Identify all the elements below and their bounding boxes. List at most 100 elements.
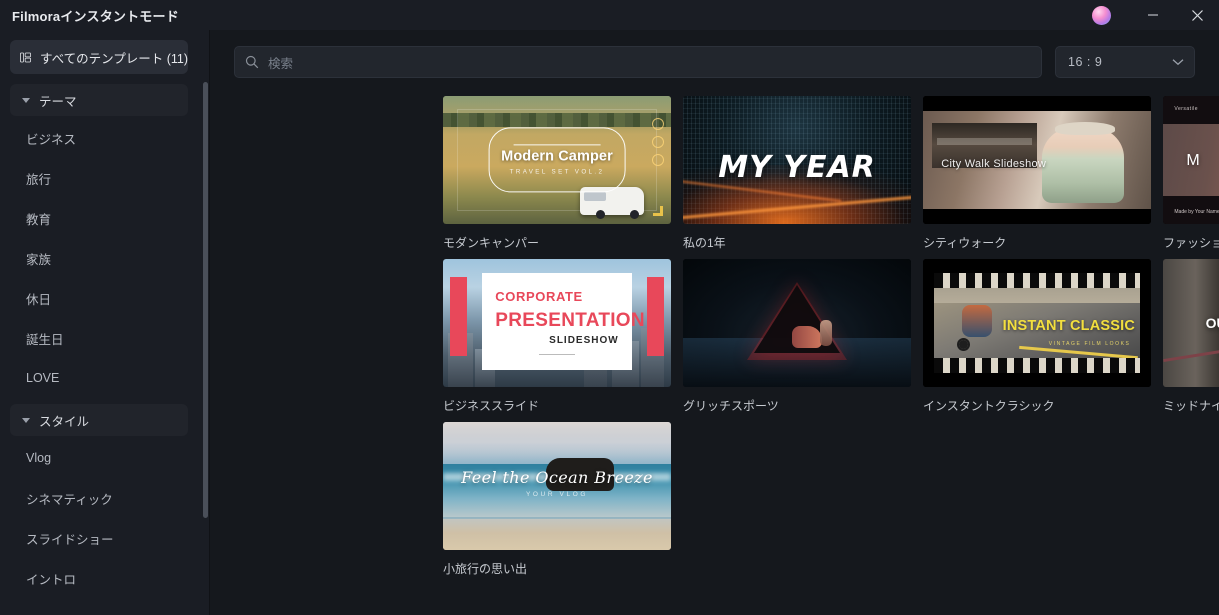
template-grid: Modern Camper TRAVEL SET VOL.2 モダンキャンパー xyxy=(210,78,1219,577)
sidebar-item-family[interactable]: 家族 xyxy=(0,238,198,278)
thumbnail-art-my-year: MY YEAR xyxy=(683,96,911,224)
art-headline: MY YEAR xyxy=(718,149,876,185)
thumbnail-art-modern-camper: Modern Camper TRAVEL SET VOL.2 xyxy=(443,96,671,224)
art-subline: VINTAGE FILM LOOKS xyxy=(1048,340,1131,347)
minimize-button[interactable] xyxy=(1131,0,1175,30)
template-card[interactable]: City Walk Slideshow シティウォーク xyxy=(923,96,1151,251)
template-title: シティウォーク xyxy=(923,236,1007,250)
sidebar-item-vlog[interactable]: Vlog xyxy=(0,438,198,478)
sidebar-group-style[interactable]: スタイル xyxy=(10,404,188,436)
template-card[interactable]: CORPORATE PRESENTATION SLIDESHOW ビジネススライ… xyxy=(443,259,671,414)
toolbar: 検索 16 : 9 xyxy=(210,30,1219,78)
sidebar-item-label: 誕生日 xyxy=(26,332,64,347)
all-templates-label: すべてのテンプレート (11) xyxy=(39,51,188,66)
close-icon xyxy=(1191,9,1203,21)
minimize-icon xyxy=(1148,14,1158,16)
art-line-1: CORPORATE xyxy=(495,288,583,304)
sidebar-item-label: 家族 xyxy=(26,252,52,267)
sidebar-item-label: ビジネス xyxy=(26,132,77,147)
aspect-ratio-select[interactable]: 16 : 9 xyxy=(1055,46,1195,78)
thumbnail-art-business-slide: CORPORATE PRESENTATION SLIDESHOW xyxy=(443,259,671,387)
template-card[interactable]: Modern Camper TRAVEL SET VOL.2 モダンキャンパー xyxy=(443,96,671,251)
template-title: インスタントクラシック xyxy=(923,399,1055,413)
art-subline: YOUR VLOG xyxy=(525,491,589,499)
template-thumbnail[interactable]: INSTANT CLASSIC VINTAGE FILM LOOKS xyxy=(923,259,1151,387)
main-content: 検索 16 : 9 Modern Camper TRAVEL SET VOL.2… xyxy=(210,30,1219,615)
thumbnail-art-instant-classic: INSTANT CLASSIC VINTAGE FILM LOOKS xyxy=(923,259,1151,387)
template-title: 私の1年 xyxy=(683,236,726,250)
sidebar-item-label: スライドショー xyxy=(26,532,114,547)
art-headline: City Walk Slideshow xyxy=(941,158,1047,171)
template-title: ミッドナイト xyxy=(1163,399,1219,413)
layout-panel-icon xyxy=(20,52,31,62)
chevron-down-icon xyxy=(22,417,30,423)
template-title: 小旅行の思い出 xyxy=(443,562,528,576)
template-thumbnail[interactable]: Feel the Ocean Breeze YOUR VLOG xyxy=(443,422,671,550)
sidebar-scrollbar[interactable] xyxy=(203,82,208,518)
template-title: グリッチスポーツ xyxy=(683,399,779,413)
art-headline: Modern Camper xyxy=(501,148,613,165)
sidebar-group-theme-label: テーマ xyxy=(39,94,77,109)
sidebar-item-love[interactable]: LOVE xyxy=(0,358,198,398)
template-card[interactable]: Versatile M O D E R N Made by Your Name … xyxy=(1163,96,1219,251)
template-card[interactable]: INSTANT CLASSIC VINTAGE FILM LOOKS インスタン… xyxy=(923,259,1151,414)
art-headline: M O D E R N xyxy=(1186,152,1219,170)
sidebar-item-education[interactable]: 教育 xyxy=(0,198,198,238)
sidebar-item-label: LOVE xyxy=(26,371,60,385)
template-card[interactable]: MY YEAR 私の1年 xyxy=(683,96,911,251)
template-title: ビジネススライド xyxy=(443,399,540,413)
sidebar-item-birthday[interactable]: 誕生日 xyxy=(0,318,198,358)
thumbnail-art-city-walk: City Walk Slideshow xyxy=(923,96,1151,224)
search-input[interactable]: 検索 xyxy=(268,53,293,72)
sidebar-item-holiday[interactable]: 休日 xyxy=(0,278,198,318)
thumbnail-art-midnight: OUT PAST MIDNIGHT xyxy=(1163,259,1219,387)
sidebar-item-intro[interactable]: イントロ xyxy=(0,558,198,598)
sidebar-group-style-label: スタイル xyxy=(39,414,90,429)
thumbnail-art-fashion-modern: Versatile M O D E R N Made by Your Name … xyxy=(1163,96,1219,224)
window-body: すべてのテンプレート (11) テーマ ビジネス 旅行 教育 家族 休日 誕生日… xyxy=(0,30,1219,615)
art-top-left-text: Versatile xyxy=(1174,106,1199,113)
thumbnail-art-glitch-sports xyxy=(683,259,911,387)
template-thumbnail[interactable]: MY YEAR xyxy=(683,96,911,224)
template-thumbnail[interactable]: City Walk Slideshow xyxy=(923,96,1151,224)
sidebar: すべてのテンプレート (11) テーマ ビジネス 旅行 教育 家族 休日 誕生日… xyxy=(0,30,210,615)
sidebar-item-travel[interactable]: 旅行 xyxy=(0,158,198,198)
user-avatar[interactable] xyxy=(1092,5,1111,25)
template-title: モダンキャンパー xyxy=(443,236,540,250)
sidebar-scroll-area: すべてのテンプレート (11) テーマ ビジネス 旅行 教育 家族 休日 誕生日… xyxy=(0,30,210,615)
sidebar-item-slideshow[interactable]: スライドショー xyxy=(0,518,198,558)
search-icon xyxy=(245,55,259,69)
art-headline: OUT PAST MIDNIGHT xyxy=(1205,315,1219,332)
sidebar-item-label: 休日 xyxy=(26,292,52,307)
close-button[interactable] xyxy=(1175,0,1219,30)
sidebar-item-label: イントロ xyxy=(26,572,77,587)
sidebar-item-all-templates[interactable]: すべてのテンプレート (11) xyxy=(10,40,188,74)
template-card[interactable]: Feel the Ocean Breeze YOUR VLOG 小旅行の思い出 xyxy=(443,422,671,577)
template-thumbnail[interactable]: Modern Camper TRAVEL SET VOL.2 xyxy=(443,96,671,224)
search-box[interactable]: 検索 xyxy=(234,46,1042,78)
chevron-down-icon xyxy=(1172,59,1184,66)
sidebar-item-label: 旅行 xyxy=(26,172,52,187)
template-thumbnail[interactable]: OUT PAST MIDNIGHT xyxy=(1163,259,1219,387)
art-bottom-left-text: Made by Your Name xyxy=(1174,209,1219,216)
template-card[interactable]: OUT PAST MIDNIGHT ミッドナイト xyxy=(1163,259,1219,414)
sidebar-item-label: Vlog xyxy=(26,451,52,465)
app-window: Filmoraインスタントモード すべてのテンプレート (11) テーマ ビジネ… xyxy=(0,0,1219,615)
template-title: ファッションモダン xyxy=(1163,236,1219,250)
template-card[interactable]: グリッチスポーツ xyxy=(683,259,911,414)
thumbnail-art-ocean-breeze: Feel the Ocean Breeze YOUR VLOG xyxy=(443,422,671,550)
sidebar-group-theme[interactable]: テーマ xyxy=(10,84,188,116)
template-thumbnail[interactable]: Versatile M O D E R N Made by Your Name … xyxy=(1163,96,1219,224)
art-subline: TRAVEL SET VOL.2 xyxy=(509,168,605,176)
template-thumbnail[interactable] xyxy=(683,259,911,387)
template-thumbnail[interactable]: CORPORATE PRESENTATION SLIDESHOW xyxy=(443,259,671,387)
art-headline: Feel the Ocean Breeze xyxy=(461,468,653,488)
art-headline: INSTANT CLASSIC xyxy=(1002,317,1136,334)
art-line-2: PRESENTATION xyxy=(495,310,645,332)
title-bar: Filmoraインスタントモード xyxy=(0,0,1219,30)
sidebar-item-business[interactable]: ビジネス xyxy=(0,118,198,158)
chevron-down-icon xyxy=(22,97,30,103)
sidebar-item-cinematic[interactable]: シネマティック xyxy=(0,478,198,518)
app-title: Filmoraインスタントモード xyxy=(12,8,179,24)
art-line-3: SLIDESHOW xyxy=(549,335,619,347)
